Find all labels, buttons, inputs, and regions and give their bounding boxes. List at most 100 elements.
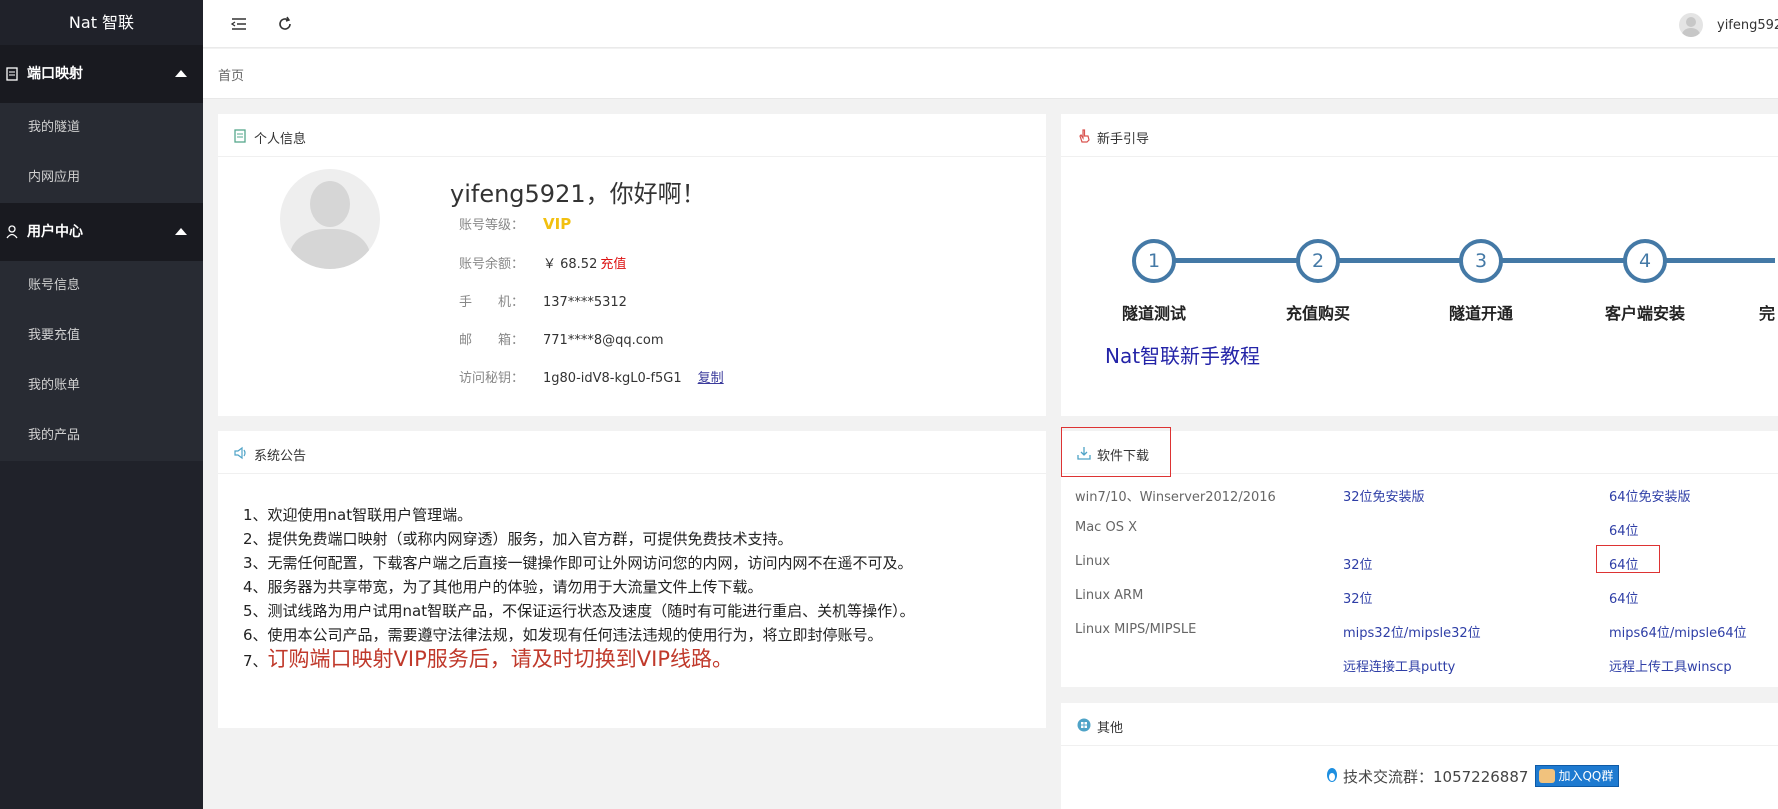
step-1-label: 隧道测试: [1121, 304, 1186, 323]
join-qq-group-button[interactable]: 加入QQ群: [1535, 765, 1620, 787]
profile-card: 个人信息 yifeng5921，你好啊！ 账号等级： VIP 账号余额： ￥ 68.…: [218, 114, 1046, 416]
chevron-up-icon: [175, 70, 187, 77]
menu-collapse-icon[interactable]: [230, 15, 248, 33]
nav-group-port-mapping[interactable]: 端口映射: [0, 45, 203, 103]
download-link-64[interactable]: 64位: [1609, 520, 1639, 539]
card-title: 系统公告: [254, 449, 307, 464]
download-row-windows: win7/10、Winserver2012/2016 32位免安装版 64位免安…: [1061, 480, 1778, 510]
qq-group-line: 技术交流群：1057226887 加入QQ群: [1324, 765, 1620, 787]
download-row-mac: Mac OS X 64位: [1061, 514, 1778, 544]
os-label: win7/10、Winserver2012/2016: [1075, 490, 1276, 505]
sidebar-item-intranet-apps[interactable]: 内网应用: [0, 153, 203, 203]
guide-steps: 1 隧道测试 2 充值购买 3 隧道开通 4 客户端安装 完: [1061, 222, 1778, 323]
recharge-link[interactable]: 充值: [600, 257, 626, 272]
nav-group-label: 端口映射: [27, 66, 83, 82]
step-5-label: 完: [1759, 304, 1776, 323]
sidebar-item-my-tunnels[interactable]: 我的隧道: [0, 103, 203, 153]
apps-icon: [1077, 718, 1091, 732]
email-label: 邮 箱：: [459, 333, 525, 348]
download-link-32[interactable]: mips32位/mipsle32位: [1343, 622, 1481, 641]
username: yifeng592: [1717, 17, 1778, 33]
phone-label: 手 机：: [459, 295, 525, 310]
announcement-item: 2、提供免费端口映射（或称内网穿透）服务，加入官方群，可提供免费技术支持。: [243, 530, 793, 548]
step-3-circle[interactable]: 3: [1459, 239, 1503, 283]
access-key-row: 访问秘钥： 1g80-idV8-kgL0-f5G1 复制: [459, 367, 724, 386]
winscp-link[interactable]: 远程上传工具winscp: [1609, 656, 1732, 675]
profile-doc-icon: [234, 129, 246, 143]
card-header: 系统公告: [218, 431, 1046, 474]
card-title: 新手引导: [1097, 132, 1150, 147]
top-header: yifeng592: [203, 0, 1778, 48]
sidebar: Nat 智联 端口映射 我的隧道 内网应用 用户中心 账号信息 我要充值 我的账…: [0, 0, 203, 809]
tutorial-link[interactable]: Nat智联新手教程: [1105, 340, 1260, 369]
others-card: 其他 技术交流群：1057226887 加入QQ群: [1061, 703, 1778, 809]
announcement-item-highlight: 7、订购端口映射VIP服务后，请及时切换到VIP线路。: [243, 647, 915, 673]
phone-value: 137****5312: [543, 295, 627, 310]
card-header: 新手引导: [1061, 114, 1778, 157]
step-2-circle[interactable]: 2: [1296, 239, 1340, 283]
balance-row: 账号余额： ￥ 68.52 充值: [459, 253, 626, 272]
announcement-item: 3、无需任何配置，下载客户端之后直接一键操作即可让外网访问您的内网，访问内网不在…: [243, 554, 913, 572]
balance-value: ￥ 68.52: [543, 257, 598, 272]
user-menu[interactable]: yifeng592: [1679, 12, 1778, 38]
download-link-64[interactable]: mips64位/mipsle64位: [1609, 622, 1747, 641]
breadcrumb-home[interactable]: 首页: [218, 65, 244, 84]
announcement-item: 4、服务器为共享带宽，为了其他用户的体验，请勿用于大流量文件上传下载。: [243, 578, 763, 596]
announcement-item: 1、欢迎使用nat智联用户管理端。: [243, 506, 473, 524]
sidebar-item-recharge[interactable]: 我要充值: [0, 311, 203, 361]
download-link-64[interactable]: 64位: [1609, 554, 1639, 573]
card-title: 其他: [1097, 721, 1124, 736]
download-icon: [1077, 447, 1091, 460]
card-header: 其他: [1061, 703, 1778, 746]
key-label: 访问秘钥：: [459, 371, 525, 386]
refresh-icon[interactable]: [276, 15, 294, 33]
download-link-32[interactable]: 32位: [1343, 588, 1373, 607]
download-row-linux: Linux 32位 64位: [1061, 545, 1778, 578]
sidebar-item-account-info[interactable]: 账号信息: [0, 261, 203, 311]
greeting: yifeng5921，你好啊！: [450, 180, 706, 208]
announcement-item: 5、测试线路为用户试用nat智联产品，不保证运行状态及速度（随时有可能进行重启、…: [243, 602, 915, 620]
download-link-32[interactable]: 32位: [1343, 554, 1373, 573]
putty-link[interactable]: 远程连接工具putty: [1343, 656, 1455, 675]
chevron-up-icon: [175, 228, 187, 235]
sidebar-item-my-products[interactable]: 我的产品: [0, 411, 203, 461]
download-row-tools: 远程连接工具putty 远程上传工具winscp: [1061, 650, 1778, 680]
os-label: Mac OS X: [1075, 520, 1137, 535]
level-label: 账号等级：: [459, 218, 525, 233]
announcement-list: 1、欢迎使用nat智联用户管理端。 2、提供免费端口映射（或称内网穿透）服务，加…: [243, 503, 915, 673]
email-row: 邮 箱： 771****8@qq.com: [459, 329, 664, 348]
email-value: 771****8@qq.com: [543, 333, 664, 348]
app-logo[interactable]: Nat 智联: [0, 0, 203, 45]
download-link-64[interactable]: 64位: [1609, 588, 1639, 607]
card-header: 个人信息: [218, 114, 1046, 157]
announcement-card: 系统公告 1、欢迎使用nat智联用户管理端。 2、提供免费端口映射（或称内网穿透…: [218, 431, 1046, 728]
download-link-32[interactable]: 32位免安装版: [1343, 486, 1425, 505]
step-4-circle[interactable]: 4: [1623, 239, 1667, 283]
guide-card: 新手引导 1 隧道测试 2 充值购买 3 隧道开通 4 客户端安装 完 Nat智…: [1061, 114, 1778, 416]
step-2-label: 充值购买: [1285, 304, 1350, 323]
balance-label: 账号余额：: [459, 257, 525, 272]
highlight-prefix: 7、: [243, 652, 268, 670]
phone-row: 手 机： 137****5312: [459, 291, 627, 310]
sidebar-item-my-bills[interactable]: 我的账单: [0, 361, 203, 411]
vip-badge: VIP: [543, 215, 572, 233]
profile-avatar: [280, 169, 380, 269]
speaker-icon: [234, 446, 246, 460]
avatar: [1679, 13, 1703, 37]
nav-group-user-center[interactable]: 用户中心: [0, 203, 203, 261]
download-card: 软件下载 win7/10、Winserver2012/2016 32位免安装版 …: [1061, 427, 1778, 687]
announcement-item: 6、使用本公司产品，需要遵守法律法规，如发现有任何违法违规的使用行为，将立即封停…: [243, 626, 883, 644]
breadcrumb: 首页: [203, 49, 1778, 99]
nav-group-label: 用户中心: [27, 224, 83, 240]
account-level-row: 账号等级： VIP: [459, 214, 571, 233]
step-3-label: 隧道开通: [1448, 304, 1513, 323]
step-1-circle[interactable]: 1: [1132, 239, 1176, 283]
access-key-value: 1g80-idV8-kgL0-f5G1: [543, 371, 682, 386]
download-row-linux-arm: Linux ARM 32位 64位: [1061, 582, 1778, 612]
card-header: 软件下载: [1061, 427, 1778, 477]
document-icon: [6, 67, 18, 81]
hand-pointer-icon: [1079, 129, 1090, 143]
os-label: Linux ARM: [1075, 588, 1144, 603]
copy-key-link[interactable]: 复制: [698, 371, 724, 386]
download-link-64[interactable]: 64位免安装版: [1609, 486, 1691, 505]
